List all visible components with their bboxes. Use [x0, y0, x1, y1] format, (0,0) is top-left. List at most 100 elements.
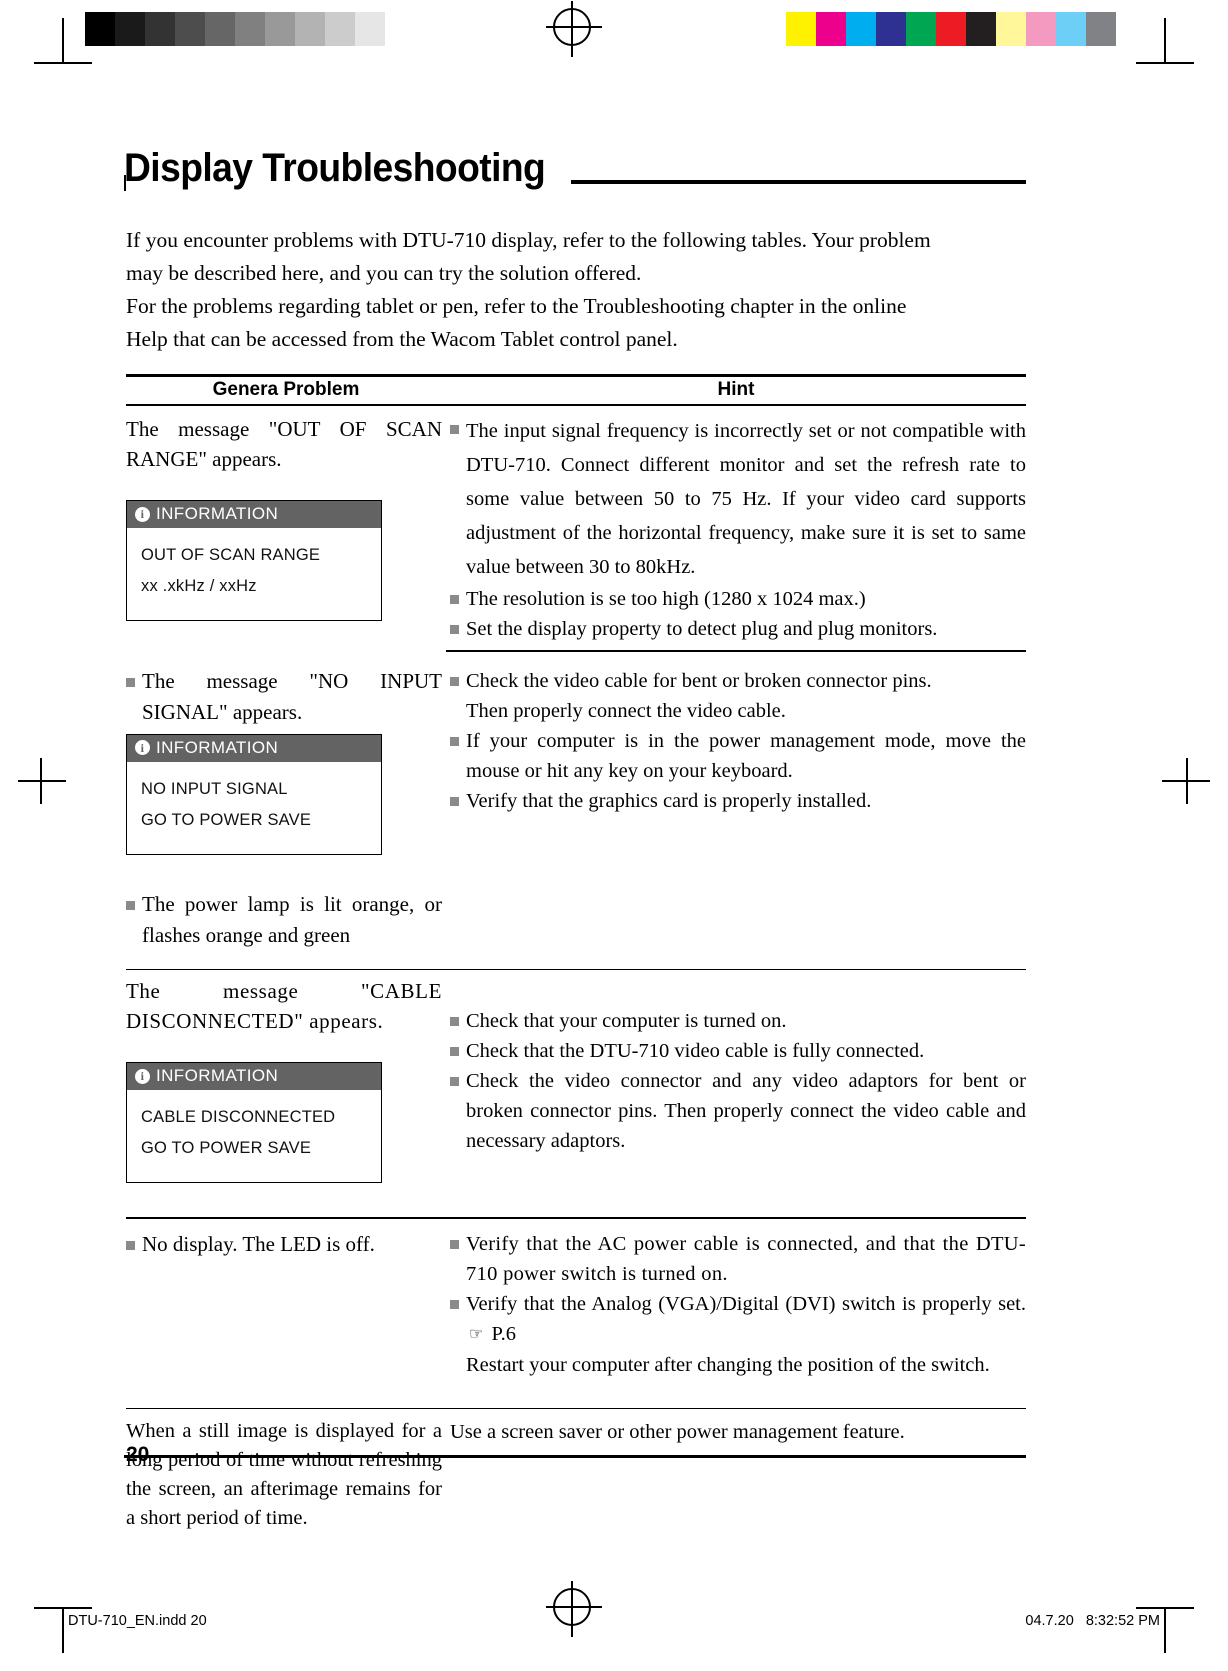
page-title-row: Display Troubleshooting — [124, 148, 1026, 188]
osd-information-box: i INFORMATION NO INPUT SIGNAL GO TO POWE… — [126, 733, 382, 855]
table-row: The message "NO INPUT SIGNAL" appears. i… — [126, 666, 1026, 951]
list-item: If your computer is in the power managem… — [450, 726, 1026, 786]
bullet-spacer — [450, 1361, 459, 1370]
calibration-swatch — [175, 12, 205, 46]
calibration-swatch — [906, 12, 936, 46]
page-title: Display Troubleshooting — [124, 146, 546, 190]
calibration-swatch — [205, 12, 235, 46]
calibration-swatch — [1056, 12, 1086, 46]
row4-hint-3: Restart your computer after changing the… — [466, 1353, 990, 1376]
osd-line-2: xx .xkHz / xxHz — [141, 577, 257, 595]
osd-line-2: GO TO POWER SAVE — [141, 810, 312, 829]
footer-rule — [150, 1455, 1026, 1458]
list-item: The message "NO INPUT SIGNAL" appears. — [126, 666, 442, 728]
list-item: Check that the DTU-710 video cable is fu… — [450, 1036, 1026, 1066]
intro-line-4: Help that can be accessed from the Wacom… — [126, 327, 678, 351]
row1-hint-3: Set the display property to detect plug … — [466, 618, 938, 640]
row4-hint-cell: Verify that the AC power cable is connec… — [446, 1229, 1026, 1380]
osd-information-box: i INFORMATION OUT OF SCAN RANGE xx .xkHz… — [126, 500, 382, 621]
calibration-swatch — [1026, 12, 1056, 46]
row2-hint-cell: Check the video cable for bent or broken… — [446, 666, 1026, 951]
row4-hint-1: Verify that the AC power cable is connec… — [466, 1232, 1026, 1285]
row5-hint-text: Use a screen saver or other power manage… — [450, 1421, 905, 1444]
calibration-swatch — [355, 12, 385, 46]
table-header-rule — [126, 403, 1026, 406]
calibration-swatch — [816, 12, 846, 46]
osd-header: i INFORMATION — [127, 1063, 381, 1091]
crop-mark-right-edge-v — [1186, 758, 1188, 804]
page-number: 20 — [126, 1443, 150, 1466]
calibration-swatch — [756, 12, 786, 46]
calibration-swatch — [295, 12, 325, 46]
osd-header-label: INFORMATION — [156, 504, 279, 523]
row4-bottom-rule — [126, 1407, 1026, 1410]
page-canvas: Display Troubleshooting If you encounter… — [0, 0, 1228, 1671]
row3-hint-cell: Check that your computer is turned on. C… — [446, 976, 1026, 1183]
row2-hint-2: Then properly connect the video cable. — [466, 699, 786, 722]
row5-problem-text: When a still image is displayed for a lo… — [126, 1420, 442, 1530]
list-item: No display. The LED is off. — [126, 1229, 442, 1260]
square-bullet-icon — [126, 900, 135, 910]
list-item: Verify that the graphics card is properl… — [450, 786, 1026, 816]
row1-hint-2: The resolution is se too high (1280 x 10… — [466, 588, 866, 610]
imprint-timestamp: 04.7.20 8:32:52 PM — [1025, 1613, 1160, 1629]
row5-hint-cell: Use a screen saver or other power manage… — [446, 1417, 1026, 1533]
osd-header-label: INFORMATION — [156, 1066, 279, 1086]
list-item: The resolution is se too high (1280 x 10… — [450, 584, 1026, 614]
table-row: The message "OUT OF SCAN RANGE" appears.… — [126, 414, 1026, 644]
osd-line-1: CABLE DISCONNECTED — [141, 1108, 336, 1127]
row1-problem-cell: The message "OUT OF SCAN RANGE" appears.… — [126, 414, 446, 644]
row3-bottom-rule — [126, 1217, 1026, 1219]
square-bullet-icon — [450, 425, 459, 434]
calibration-swatch — [786, 12, 816, 46]
square-bullet-icon — [450, 625, 459, 634]
bullet-spacer — [450, 707, 459, 716]
calibration-swatch — [265, 12, 295, 46]
info-circle-icon: i — [135, 506, 150, 522]
calibration-swatch — [385, 12, 415, 46]
registration-target-top-icon — [546, 1, 602, 57]
intro-line-2: may be described here, and you can try t… — [126, 261, 642, 285]
square-bullet-icon — [450, 736, 459, 746]
table-header-row: Genera Problem Hint — [126, 377, 1026, 404]
row2-hint-3: If your computer is in the power managem… — [466, 729, 1026, 782]
list-item: Verify that the Analog (VGA)/Digital (DV… — [450, 1289, 1026, 1350]
square-bullet-icon — [450, 1077, 459, 1087]
square-bullet-icon — [450, 1239, 459, 1249]
calibration-swatch — [846, 12, 876, 46]
row2-hint-1: Check the video cable for bent or broken… — [466, 669, 932, 692]
troubleshooting-table: Genera Problem Hint The message "OUT OF … — [126, 374, 1026, 1533]
osd-body: OUT OF SCAN RANGE xx .xkHz / xxHz — [127, 528, 381, 620]
table-row: No display. The LED is off. Verify that … — [126, 1229, 1026, 1380]
osd-line-1: NO INPUT SIGNAL — [141, 779, 288, 798]
osd-line-2: GO TO POWER SAVE — [141, 1139, 312, 1158]
osd-header: i INFORMATION — [127, 734, 381, 762]
row2-problem-2: The power lamp is lit orange, or flashes… — [142, 891, 442, 947]
row4-page-ref: P.6 — [491, 1322, 516, 1345]
list-item: The input signal frequency is incorrectl… — [450, 414, 1026, 584]
registration-target-bottom-icon — [546, 1581, 602, 1637]
row4-hint-2: Verify that the Analog (VGA)/Digital (DV… — [466, 1292, 1026, 1315]
list-item: Check the video connector and any video … — [450, 1066, 1026, 1156]
osd-body: CABLE DISCONNECTED GO TO POWER SAVE — [127, 1090, 381, 1182]
row1-hint-list: The input signal frequency is incorrectl… — [450, 414, 1026, 644]
osd-body: NO INPUT SIGNAL GO TO POWER SAVE — [127, 762, 381, 854]
intro-line-1: If you encounter problems with DTU-710 d… — [126, 228, 931, 252]
square-bullet-icon — [126, 1240, 135, 1250]
table-row: The message "CABLE DISCONNECTED" appears… — [126, 976, 1026, 1184]
row2-hint-list: Check the video cable for bent or broken… — [450, 666, 1026, 816]
table-header-hint: Hint — [717, 378, 755, 400]
crop-mark-bottom-right-v — [1164, 1607, 1166, 1653]
list-item-continuation: Restart your computer after changing the… — [450, 1350, 1026, 1380]
list-item: Check the video cable for bent or broken… — [450, 666, 1026, 696]
row1-hint-cell: The input signal frequency is incorrectl… — [446, 414, 1026, 644]
calibration-swatch — [145, 12, 175, 46]
osd-header: i INFORMATION — [127, 501, 381, 528]
square-bullet-icon — [450, 1299, 459, 1309]
osd-header-label: INFORMATION — [156, 737, 279, 757]
crop-mark-left-edge-h — [18, 780, 66, 782]
row5-problem-cell: When a still image is displayed for a lo… — [126, 1417, 446, 1533]
intro-line-3: For the problems regarding tablet or pen… — [126, 294, 907, 318]
pointing-hand-icon: ☞ — [469, 1325, 484, 1343]
row2-hint-4: Verify that the graphics card is properl… — [466, 789, 872, 812]
